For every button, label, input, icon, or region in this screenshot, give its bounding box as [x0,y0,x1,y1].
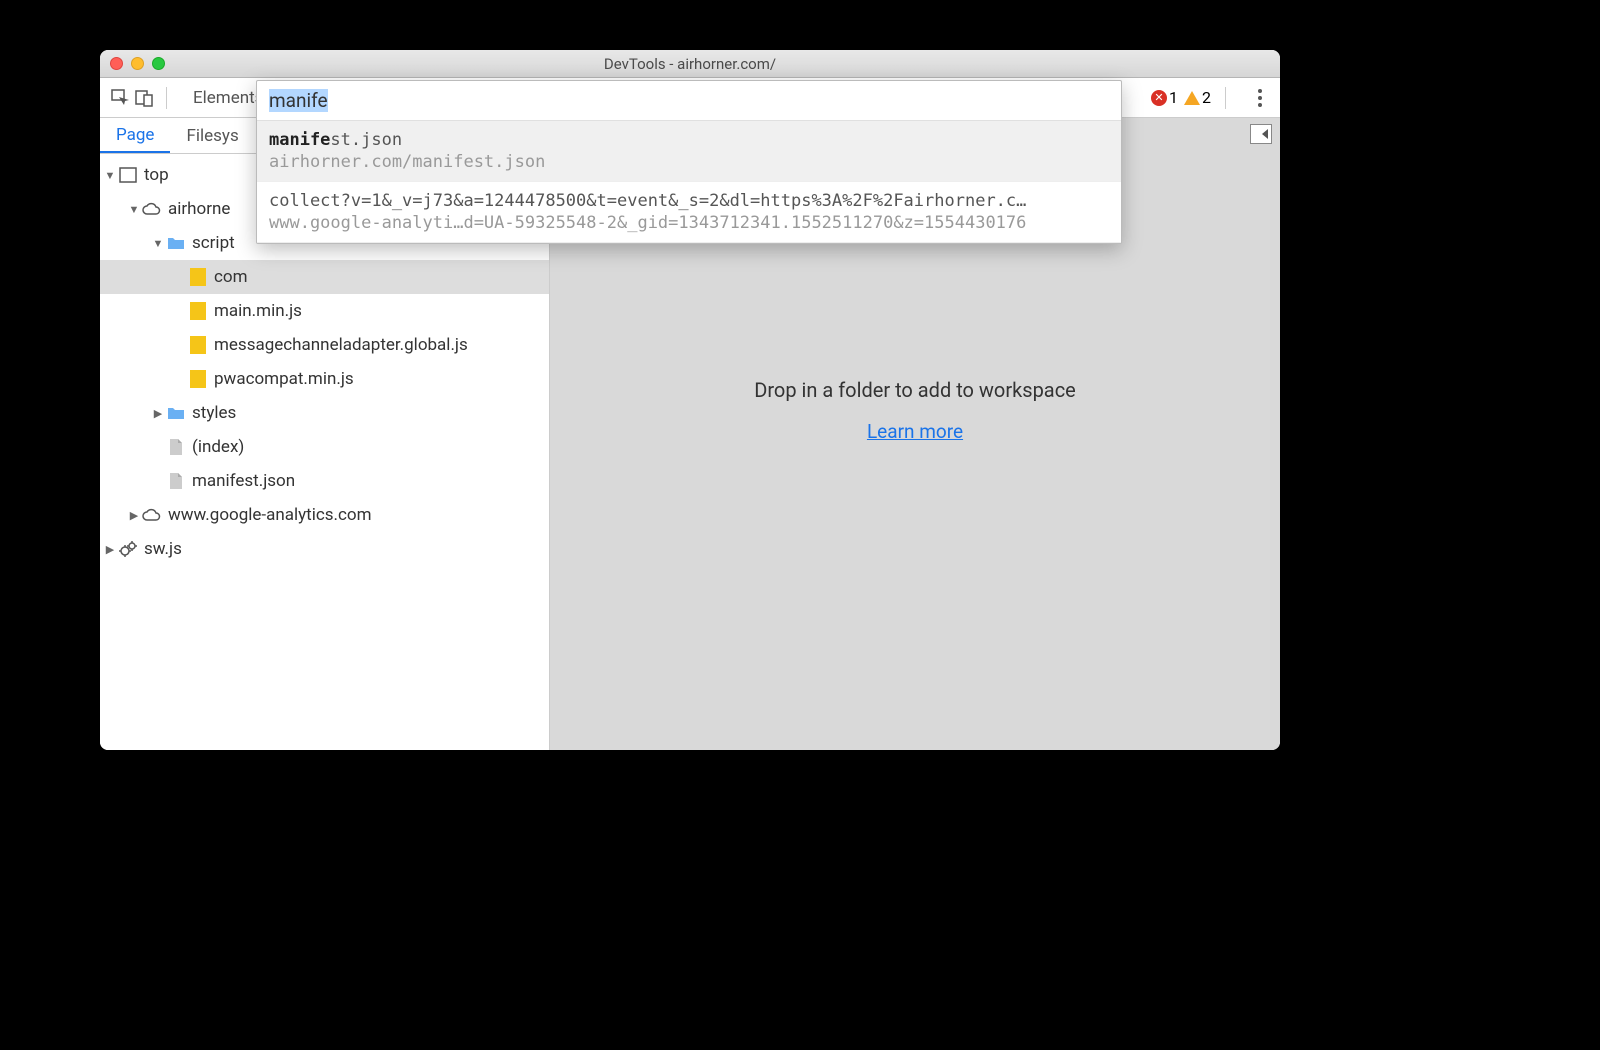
toggle-navigator-button[interactable] [1250,124,1272,144]
tree-label: (index) [192,437,244,457]
tree-file-script-0[interactable]: com [100,260,549,294]
separator [166,87,167,109]
omnibox-result-0[interactable]: manifest.json airhorner.com/manifest.jso… [257,121,1121,182]
open-file-omnibox: manife manifest.json airhorner.com/manif… [256,80,1122,244]
tree-service-worker[interactable]: ▶ sw.js [100,532,549,566]
error-icon: ✕ [1151,90,1167,106]
tree-label: top [144,165,169,185]
js-file-icon [188,369,208,389]
gear-icon [118,539,138,559]
settings-menu-button[interactable] [1250,89,1270,107]
tree-file-manifest[interactable]: manifest.json [100,464,549,498]
tree-domain-analytics[interactable]: ▶ www.google-analytics.com [100,498,549,532]
tree-label: pwacompat.min.js [214,369,354,389]
js-file-icon [188,301,208,321]
omnibox-result-subtitle: www.google-analyti…d=UA-59325548-2&_gid=… [269,212,1109,234]
tree-label: script [192,233,235,253]
twisty-icon: ▶ [152,407,164,420]
twisty-icon: ▼ [128,203,140,216]
omnibox-result-title: collect?v=1&_v=j73&a=1244478500&t=event&… [269,190,1109,212]
omnibox-input[interactable]: manife [257,81,1121,121]
twisty-icon: ▶ [128,509,140,522]
tree-file-index[interactable]: (index) [100,430,549,464]
workspace-drop-hint: Drop in a folder to add to workspace [754,378,1076,402]
omnibox-result-1[interactable]: collect?v=1&_v=j73&a=1244478500&t=event&… [257,182,1121,243]
tree-folder-styles[interactable]: ▶ styles [100,396,549,430]
title-bar: DevTools - airhorner.com/ [100,50,1280,78]
warning-count-value: 2 [1202,88,1211,107]
tree-label: main.min.js [214,301,302,321]
js-file-icon [188,335,208,355]
document-icon [166,471,186,491]
separator [1225,87,1226,109]
folder-icon [166,233,186,253]
sidebar-tab-page[interactable]: Page [100,118,170,153]
omnibox-result-subtitle: airhorner.com/manifest.json [269,151,1109,173]
tree-label: messagechanneladapter.global.js [214,335,468,355]
document-icon [166,437,186,457]
omnibox-query-text: manife [269,89,328,112]
tree-label: airhorne [168,199,230,219]
twisty-icon: ▼ [152,237,164,250]
sidebar-tab-filesystem[interactable]: Filesys [170,118,254,153]
tree-file-script-2[interactable]: messagechanneladapter.global.js [100,328,549,362]
device-toolbar-icon[interactable] [134,88,154,108]
tree-label: www.google-analytics.com [168,505,372,525]
tree-file-script-1[interactable]: main.min.js [100,294,549,328]
warning-icon [1184,91,1200,105]
tree-label: com [214,267,248,287]
warning-count[interactable]: 2 [1184,88,1211,107]
tree-label: styles [192,403,236,423]
twisty-icon: ▶ [104,543,116,556]
twisty-icon: ▼ [104,169,116,182]
js-file-icon [188,267,208,287]
omnibox-result-title: manifest.json [269,129,1109,151]
frame-icon [118,165,138,185]
toolbar-right: ✕ 1 2 [1151,87,1270,109]
tree-label: manifest.json [192,471,295,491]
error-count-value: 1 [1169,88,1178,107]
tree-label: sw.js [144,539,182,559]
cloud-icon [142,199,162,219]
inspect-element-icon[interactable] [110,88,130,108]
cloud-icon [142,505,162,525]
error-count[interactable]: ✕ 1 [1151,88,1178,107]
tree-file-script-3[interactable]: pwacompat.min.js [100,362,549,396]
learn-more-link[interactable]: Learn more [867,420,963,443]
folder-icon [166,403,186,423]
window-title: DevTools - airhorner.com/ [100,55,1280,73]
